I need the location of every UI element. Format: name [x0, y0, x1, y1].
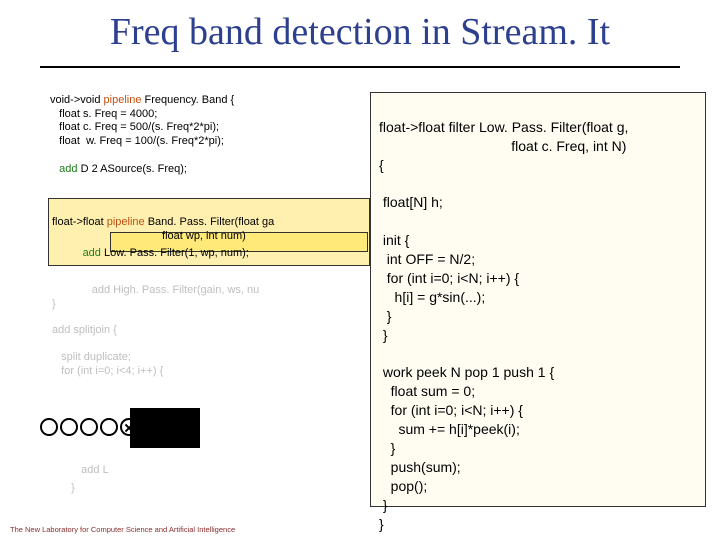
- work-kw: work: [379, 364, 412, 380]
- t: add splitjoin {: [52, 324, 117, 336]
- filter-kw: filter: [449, 119, 475, 135]
- t: float->float: [379, 119, 449, 135]
- t: add High. Pass. Filter(gain, ws, nu: [92, 284, 260, 296]
- slide-title: Freq band detection in Stream. It: [0, 10, 720, 54]
- t: float->float: [52, 216, 107, 228]
- circle-icon: [60, 418, 78, 436]
- t: [52, 284, 92, 296]
- circle-icon: [100, 418, 118, 436]
- t: }: [62, 482, 75, 494]
- t: [52, 247, 83, 259]
- freqband-decl: void->void pipeline Frequency. Band { fl…: [50, 80, 370, 190]
- black-overlay-box: [130, 408, 200, 448]
- add-kw: add: [59, 163, 77, 175]
- bandpass-add: add Low. Pass. Filter(1, wp, num);: [52, 233, 372, 274]
- pipeline-kw: pipeline: [104, 94, 142, 106]
- t: {: [379, 157, 384, 173]
- t: }: [52, 298, 56, 310]
- t: [50, 163, 59, 175]
- t: float s. Freq = 4000;: [50, 108, 157, 120]
- circle-icon: [40, 418, 58, 436]
- t: float[N] h;: [379, 194, 443, 210]
- lowpass-filter-panel: float->float filter Low. Pass. Filter(fl…: [370, 92, 706, 507]
- t: void->void: [50, 94, 104, 106]
- footer-text: The New Laboratory for Computer Science …: [10, 525, 235, 534]
- splitjoin-block: add splitjoin { split duplicate; for (in…: [52, 310, 352, 393]
- init-kw: init: [379, 232, 401, 248]
- cb-faded: }: [62, 468, 75, 509]
- pipeline-kw: pipeline: [107, 216, 145, 228]
- t: float c. Freq = 500/(s. Freq*2*pi);: [50, 121, 219, 133]
- addL-faded: add L: [72, 450, 109, 491]
- t: Frequency. Band {: [141, 94, 234, 106]
- t: add L: [72, 464, 109, 476]
- t: Low. Pass. Filter(1, wp, num);: [101, 247, 249, 259]
- t: { int OFF = N/2; for (int i=0; i<N; i++)…: [379, 232, 519, 342]
- title-underline: [40, 66, 680, 68]
- t: D 2 ASource(s. Freq);: [78, 163, 187, 175]
- t: float w. Freq = 100/(s. Freq*2*pi);: [50, 135, 224, 147]
- t: peek N pop 1 push 1 { float sum = 0; for…: [379, 364, 554, 512]
- circle-icon: [80, 418, 98, 436]
- t: for (int i=0; i<4; i++) {: [52, 365, 163, 377]
- add-kw: add: [83, 247, 101, 259]
- slide-container: Freq band detection in Stream. It void->…: [0, 0, 720, 540]
- t: split duplicate;: [52, 351, 131, 363]
- t: }: [379, 516, 384, 532]
- t: Band. Pass. Filter(float ga: [145, 216, 275, 228]
